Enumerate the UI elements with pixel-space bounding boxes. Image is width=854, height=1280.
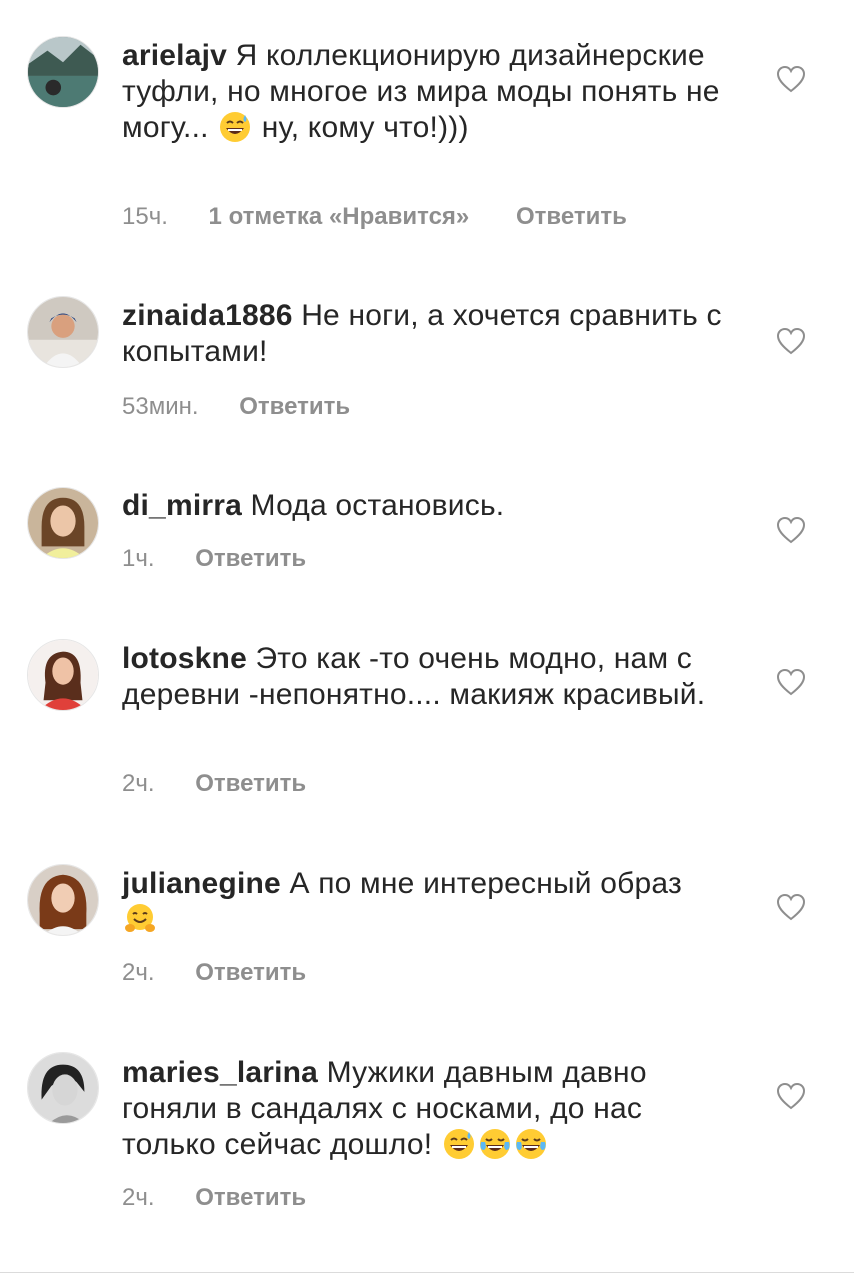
reply-button[interactable]: Ответить <box>195 770 306 797</box>
comment-meta: 53мин. Ответить <box>122 393 350 421</box>
comment-likes[interactable]: 1 отметка «Нравится» <box>209 203 470 230</box>
heart-icon[interactable] <box>776 668 806 696</box>
comment-time: 2ч. <box>122 959 155 986</box>
avatar[interactable] <box>27 1052 99 1124</box>
comment-body-continued: ну, кому что!))) <box>261 111 469 144</box>
comment-meta: 1ч. Ответить <box>122 545 306 573</box>
avatar[interactable] <box>27 487 99 559</box>
comment-username[interactable]: di_mirra <box>122 489 242 522</box>
tears-of-joy-emoji-icon <box>479 1128 511 1160</box>
avatar[interactable] <box>27 36 99 108</box>
tears-of-joy-emoji-icon <box>515 1128 547 1160</box>
heart-icon[interactable] <box>776 516 806 544</box>
comment-username[interactable]: arielajv <box>122 39 227 72</box>
heart-icon[interactable] <box>776 65 806 93</box>
comment-text: julianegine А по мне интересный образ <box>122 866 722 938</box>
comment-text: arielajv Я коллекционирую дизайнерские т… <box>122 38 722 146</box>
sweat-smile-emoji-icon <box>443 1128 475 1160</box>
comment-time: 15ч. <box>122 203 168 230</box>
heart-icon[interactable] <box>776 893 806 921</box>
reply-button[interactable]: Ответить <box>195 959 306 986</box>
reply-button[interactable]: Ответить <box>516 203 627 230</box>
reply-button[interactable]: Ответить <box>195 1184 306 1211</box>
comment-username[interactable]: zinaida1886 <box>122 299 293 332</box>
comment-text: zinaida1886 Не ноги, а хочется сравнить … <box>122 298 722 370</box>
comment-meta: 2ч. Ответить <box>122 770 306 798</box>
comment-body: Мода остановись. <box>250 489 505 522</box>
avatar[interactable] <box>27 296 99 368</box>
avatar[interactable] <box>27 864 99 936</box>
comment-time: 2ч. <box>122 1184 155 1211</box>
comment-meta: 15ч. 1 отметка «Нравится» Ответить <box>122 203 627 231</box>
comment-text: di_mirra Мода остановись. <box>122 488 722 524</box>
comment-meta: 2ч. Ответить <box>122 959 306 987</box>
heart-icon[interactable] <box>776 327 806 355</box>
sweat-smile-emoji-icon <box>219 111 251 143</box>
comment-text: lotoskne Это как -то очень модно, нам с … <box>122 641 722 713</box>
comment-time: 53мин. <box>122 393 199 420</box>
comment-text: maries_larina Мужики давным давно гоняли… <box>122 1055 722 1163</box>
reply-button[interactable]: Ответить <box>239 393 350 420</box>
comment-username[interactable]: maries_larina <box>122 1056 318 1089</box>
comment-username[interactable]: julianegine <box>122 867 281 900</box>
comment-time: 1ч. <box>122 545 155 572</box>
comment-meta: 2ч. Ответить <box>122 1184 306 1212</box>
heart-icon[interactable] <box>776 1082 806 1110</box>
avatar[interactable] <box>27 639 99 711</box>
reply-button[interactable]: Ответить <box>195 545 306 572</box>
bottom-divider <box>0 1272 854 1273</box>
comment-username[interactable]: lotoskne <box>122 642 247 675</box>
comment-time: 2ч. <box>122 770 155 797</box>
hugging-face-emoji-icon <box>124 903 156 935</box>
comment-body: А по мне интересный образ <box>289 867 682 900</box>
